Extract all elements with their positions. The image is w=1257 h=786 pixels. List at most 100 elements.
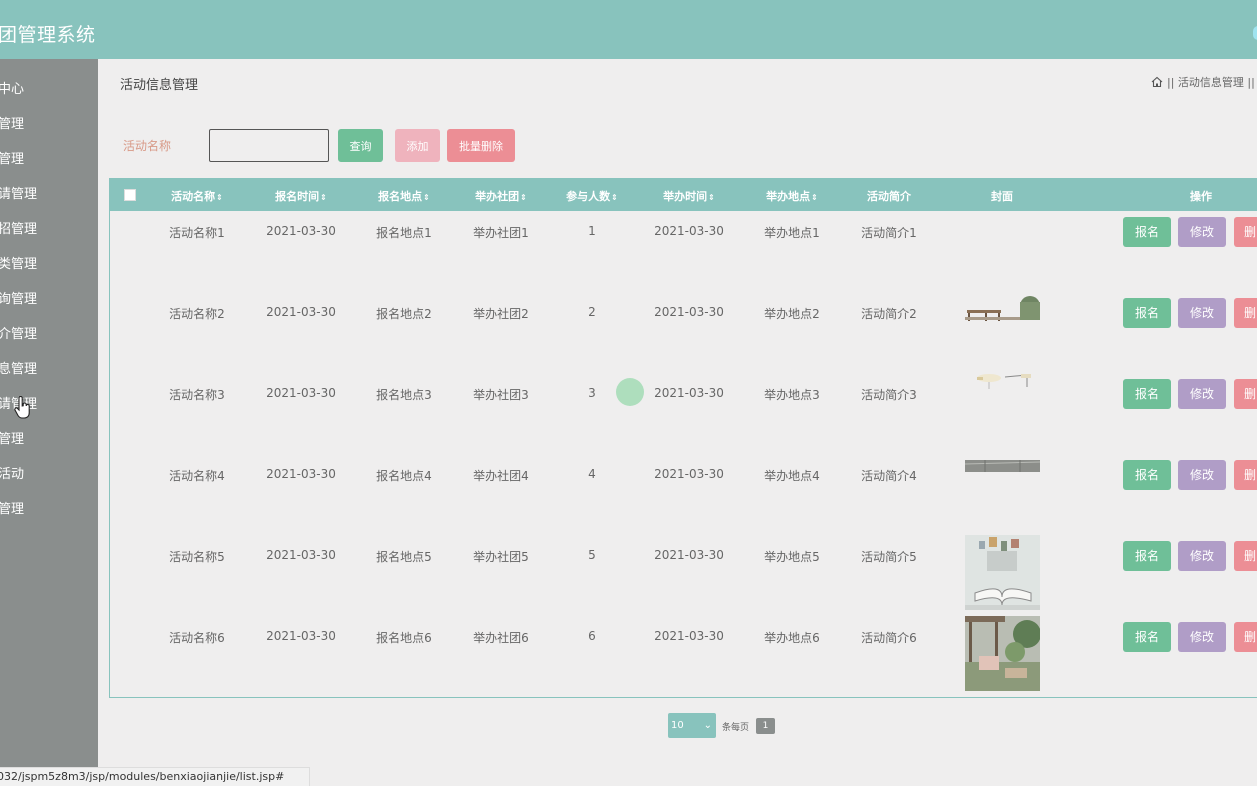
cell-club: 举办社团5	[473, 550, 529, 564]
cover-image	[965, 535, 1040, 610]
cell-signup-place: 报名地点6	[376, 631, 432, 645]
table-row: 活动名称5 2021-03-30 报名地点5 举办社团5 5 2021-03-3…	[110, 535, 1257, 616]
breadcrumb-text[interactable]: || 活动信息管理 ||	[1167, 74, 1255, 90]
cell-signup-place: 报名地点2	[376, 307, 432, 321]
edit-button[interactable]: 修改	[1178, 622, 1226, 652]
cover-image	[977, 374, 1031, 389]
cell-hold-time: 2021-03-30	[654, 548, 724, 562]
cell-signup-place: 报名地点3	[376, 388, 432, 402]
th-cover: 封面	[991, 190, 1013, 203]
select-all-checkbox[interactable]	[124, 189, 136, 201]
cell-signup-time: 2021-03-30	[266, 548, 336, 562]
sort-icon: ⇕	[520, 193, 527, 202]
delete-button[interactable]: 删	[1234, 217, 1257, 247]
enroll-button[interactable]: 报名	[1123, 217, 1171, 247]
edit-button[interactable]: 修改	[1178, 541, 1226, 571]
th-participants[interactable]: 参与人数⇕	[566, 188, 618, 204]
edit-button[interactable]: 修改	[1178, 217, 1226, 247]
th-club[interactable]: 举办社团⇕	[475, 188, 527, 204]
table-row: 活动名称2 2021-03-30 报名地点2 举办社团2 2 2021-03-3…	[110, 292, 1257, 373]
sidebar-item-center[interactable]: 中心	[0, 72, 98, 107]
sidebar-item-activity[interactable]: 活动	[0, 457, 98, 492]
activity-name-input[interactable]	[209, 129, 329, 162]
sort-icon: ⇕	[320, 193, 327, 202]
cell-club: 举办社团1	[473, 226, 529, 240]
sidebar-item-6[interactable]: 类管理	[0, 247, 98, 282]
sidebar-item-8[interactable]: 介管理	[0, 317, 98, 352]
cell-intro: 活动简介6	[861, 631, 917, 645]
delete-button[interactable]: 删	[1234, 298, 1257, 328]
th-hold-place[interactable]: 举办地点⇕	[766, 188, 818, 204]
delete-button[interactable]: 删	[1234, 622, 1257, 652]
app-title: 团管理系统	[0, 24, 96, 46]
activity-table: 活动名称⇕ 报名时间⇕ 报名地点⇕ 举办社团⇕ 参与人数⇕ 举办时间⇕ 举办地点…	[109, 178, 1257, 698]
sidebar-item-7[interactable]: 询管理	[0, 282, 98, 317]
cell-intro: 活动简介2	[861, 307, 917, 321]
enroll-button[interactable]: 报名	[1123, 298, 1171, 328]
delete-button[interactable]: 删	[1234, 379, 1257, 409]
cell-intro: 活动简介1	[861, 226, 917, 240]
cell-signup-time: 2021-03-30	[266, 224, 336, 238]
edit-button[interactable]: 修改	[1178, 298, 1226, 328]
sidebar-item-4[interactable]: 请管理	[0, 177, 98, 212]
per-page-label: 条每页	[722, 723, 750, 733]
cell-name: 活动名称5	[169, 550, 225, 564]
sidebar-item-9[interactable]: 息管理	[0, 352, 98, 387]
cell-hold-place: 举办地点6	[764, 631, 820, 645]
hand-pointer-icon	[14, 396, 30, 419]
edit-button[interactable]: 修改	[1178, 379, 1226, 409]
delete-button[interactable]: 删	[1234, 541, 1257, 571]
user-avatar-icon[interactable]	[1253, 26, 1257, 40]
cell-count: 5	[588, 548, 596, 562]
table-row: 活动名称1 2021-03-30 报名地点1 举办社团1 1 2021-03-3…	[110, 211, 1257, 292]
cell-club: 举办社团6	[473, 631, 529, 645]
sort-icon: ⇕	[811, 193, 818, 202]
query-button[interactable]: 查询	[338, 129, 383, 162]
cell-signup-time: 2021-03-30	[266, 467, 336, 481]
cell-hold-place: 举办地点3	[764, 388, 820, 402]
status-url: 032/jspm5z8m3/jsp/modules/benxiaojianjie…	[0, 770, 285, 783]
status-bar: 032/jspm5z8m3/jsp/modules/benxiaojianjie…	[0, 767, 310, 786]
page-number-button[interactable]: 1	[756, 718, 775, 734]
cell-hold-time: 2021-03-30	[654, 386, 724, 400]
cover-image	[965, 296, 1040, 322]
search-label: 活动名称	[123, 139, 172, 153]
breadcrumb: || 活动信息管理 ||	[1151, 74, 1255, 90]
th-hold-time[interactable]: 举办时间⇕	[663, 188, 715, 204]
cell-count: 6	[588, 629, 596, 643]
sidebar-item-11[interactable]: 管理	[0, 422, 98, 457]
cell-hold-place: 举办地点5	[764, 550, 820, 564]
batch-delete-button[interactable]: 批量删除	[447, 129, 515, 162]
enroll-button[interactable]: 报名	[1123, 541, 1171, 571]
cell-count: 3	[588, 386, 596, 400]
chevron-down-icon: ⌄	[703, 720, 712, 731]
cell-hold-place: 举办地点4	[764, 469, 820, 483]
enroll-button[interactable]: 报名	[1123, 460, 1171, 490]
cell-signup-place: 报名地点1	[376, 226, 432, 240]
cell-hold-time: 2021-03-30	[654, 305, 724, 319]
th-activity-name[interactable]: 活动名称⇕	[171, 188, 223, 204]
page-size-select[interactable]: 10 ⌄	[668, 713, 716, 738]
cell-name: 活动名称6	[169, 631, 225, 645]
delete-button[interactable]: 删	[1234, 460, 1257, 490]
enroll-button[interactable]: 报名	[1123, 379, 1171, 409]
cell-intro: 活动简介3	[861, 388, 917, 402]
add-button[interactable]: 添加	[395, 129, 440, 162]
sort-icon: ⇕	[216, 193, 223, 202]
home-icon[interactable]	[1151, 76, 1163, 88]
edit-button[interactable]: 修改	[1178, 460, 1226, 490]
cell-hold-place: 举办地点1	[764, 226, 820, 240]
sidebar-item-3[interactable]: 管理	[0, 142, 98, 177]
cell-count: 1	[588, 224, 596, 238]
cell-count: 4	[588, 467, 596, 481]
sidebar-item-5[interactable]: 招管理	[0, 212, 98, 247]
top-header: 团管理系统	[0, 0, 1257, 59]
sidebar-item-13[interactable]: 管理	[0, 492, 98, 527]
cell-name: 活动名称1	[169, 226, 225, 240]
th-signup-place[interactable]: 报名地点⇕	[378, 188, 430, 204]
cell-hold-time: 2021-03-30	[654, 224, 724, 238]
page-title: 活动信息管理	[120, 78, 199, 93]
sidebar-item-2[interactable]: 管理	[0, 107, 98, 142]
th-signup-time[interactable]: 报名时间⇕	[275, 188, 327, 204]
enroll-button[interactable]: 报名	[1123, 622, 1171, 652]
